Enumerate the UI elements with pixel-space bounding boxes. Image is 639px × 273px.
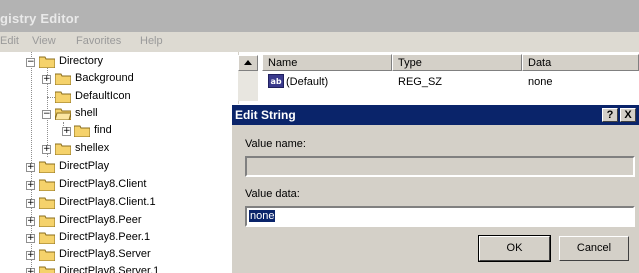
- folder-icon: [39, 161, 55, 173]
- tree-item-background[interactable]: + Background: [0, 71, 238, 88]
- help-button[interactable]: ?: [602, 108, 618, 122]
- folder-icon: [39, 197, 55, 209]
- menu-favorites[interactable]: Favorites: [76, 35, 121, 47]
- tree-item-label: DirectPlay8.Peer: [59, 214, 142, 226]
- collapse-icon[interactable]: −: [42, 110, 51, 119]
- expand-icon[interactable]: +: [42, 145, 51, 154]
- value-data-field[interactable]: none: [245, 206, 635, 227]
- scroll-up-button[interactable]: [238, 55, 258, 71]
- column-header-name[interactable]: Name: [262, 54, 392, 71]
- string-value-icon: ab: [268, 74, 284, 88]
- tree-item-label: DirectPlay: [59, 160, 110, 172]
- collapse-icon[interactable]: −: [26, 58, 35, 67]
- cancel-button[interactable]: Cancel: [559, 236, 629, 261]
- folder-icon: [39, 179, 55, 191]
- folder-icon: [39, 215, 55, 227]
- tree-item-label: DirectPlay8.Client: [59, 178, 147, 190]
- folder-icon: [74, 125, 90, 137]
- menubar: Edit View Favorites Help: [0, 32, 639, 52]
- tree-item-directplay8-client[interactable]: + DirectPlay8.Client: [0, 177, 238, 194]
- open-folder-icon: [55, 108, 71, 120]
- expand-icon[interactable]: +: [26, 199, 35, 208]
- open-folder-icon: [39, 56, 55, 68]
- expand-icon[interactable]: +: [26, 251, 35, 260]
- value-type: REG_SZ: [398, 76, 443, 88]
- tree-item-find[interactable]: + find: [0, 123, 238, 140]
- tree-item-shell[interactable]: − shell: [0, 106, 238, 123]
- value-name: (Default): [286, 76, 329, 88]
- dialog-titlebar: Edit String ? X: [232, 105, 639, 125]
- tree-item-label: DefaultIcon: [75, 90, 131, 102]
- tree-guide-line: [47, 97, 55, 98]
- menu-view[interactable]: View: [32, 35, 56, 47]
- tree-item-directplay8-peer-1[interactable]: + DirectPlay8.Peer.1: [0, 230, 238, 247]
- tree-item-label: DirectPlay8.Client.1: [59, 196, 156, 208]
- tree-item-directplay8-client-1[interactable]: + DirectPlay8.Client.1: [0, 195, 238, 212]
- tree-item-label: shellex: [75, 142, 110, 154]
- expand-icon[interactable]: +: [26, 163, 35, 172]
- tree-item-label: DirectPlay8.Server: [59, 248, 151, 260]
- folder-icon: [39, 232, 55, 244]
- menu-edit[interactable]: Edit: [0, 35, 19, 47]
- window-titlebar: gistry Editor: [0, 0, 639, 32]
- expand-icon[interactable]: +: [26, 181, 35, 190]
- tree-item-label: DirectPlay8.Server.1: [59, 265, 160, 273]
- tree-item-directplay8-server-1[interactable]: + DirectPlay8.Server.1: [0, 264, 238, 273]
- registry-tree: − Directory + Background DefaultIcon − s…: [0, 52, 238, 273]
- tree-item-label: find: [94, 124, 112, 136]
- expand-icon[interactable]: +: [26, 217, 35, 226]
- ok-button[interactable]: OK: [478, 235, 551, 262]
- tree-item-directory[interactable]: − Directory: [0, 54, 238, 71]
- tree-item-directplay8-server[interactable]: + DirectPlay8.Server: [0, 247, 238, 264]
- value-name-field: [245, 156, 635, 177]
- tree-item-label: Background: [75, 72, 134, 84]
- tree-item-label: Directory: [59, 55, 104, 67]
- menu-help[interactable]: Help: [140, 35, 163, 47]
- expand-icon[interactable]: +: [42, 75, 51, 84]
- column-header-type[interactable]: Type: [392, 54, 522, 71]
- folder-icon: [39, 249, 55, 261]
- tree-item-label: shell: [75, 107, 98, 119]
- scrollbar-track[interactable]: [238, 71, 258, 101]
- expand-icon[interactable]: +: [62, 127, 71, 136]
- tree-item-directplay[interactable]: + DirectPlay: [0, 159, 238, 176]
- value-data-label: Value data:: [245, 188, 300, 200]
- edit-string-dialog: Edit String ? X Value name: Value data: …: [231, 104, 639, 273]
- list-header: Name Type Data: [262, 54, 639, 71]
- window-title: gistry Editor: [0, 11, 80, 26]
- tree-item-defaulticon[interactable]: DefaultIcon: [0, 89, 238, 106]
- dialog-title: Edit String: [235, 108, 296, 122]
- close-button[interactable]: X: [620, 108, 636, 122]
- list-item[interactable]: ab (Default) REG_SZ none: [262, 72, 639, 92]
- folder-icon: [39, 266, 55, 273]
- folder-icon: [55, 73, 71, 85]
- tree-item-directplay8-peer[interactable]: + DirectPlay8.Peer: [0, 213, 238, 230]
- folder-icon: [55, 91, 71, 103]
- value-data: none: [528, 76, 553, 88]
- value-data-text: none: [249, 210, 276, 222]
- tree-item-label: DirectPlay8.Peer.1: [59, 231, 151, 243]
- column-header-data[interactable]: Data: [522, 54, 639, 71]
- folder-icon: [55, 143, 71, 155]
- tree-item-shellex[interactable]: + shellex: [0, 141, 238, 158]
- expand-icon[interactable]: +: [26, 234, 35, 243]
- expand-icon[interactable]: +: [26, 268, 35, 273]
- value-name-label: Value name:: [245, 138, 306, 150]
